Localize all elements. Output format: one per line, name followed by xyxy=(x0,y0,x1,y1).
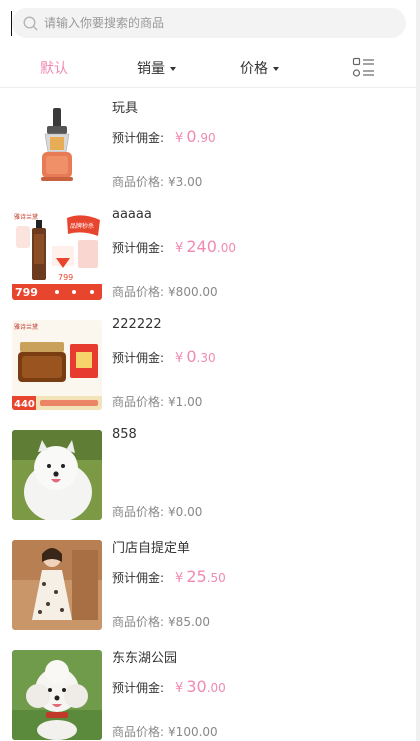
price-label: 商品价格: xyxy=(112,725,165,739)
product-item[interactable]: 858 商品价格: ¥0.00 xyxy=(0,419,416,529)
commission-label: 预计佣金: xyxy=(112,131,165,145)
list-layout-icon[interactable] xyxy=(352,57,376,79)
currency-symbol: ¥ xyxy=(175,241,184,256)
commission-value: 240 xyxy=(186,237,217,256)
product-image xyxy=(12,430,102,520)
price-row: 商品价格: ¥0.00 xyxy=(112,503,202,520)
currency-symbol: ¥ xyxy=(175,351,184,366)
caret-down-icon xyxy=(170,66,176,71)
commission-decimal: .50 xyxy=(206,571,226,585)
product-list: 玩具 预计佣金: ¥ 0 .90 商品价格: ¥3.00 雅诗兰黛 品牌秒杀 7… xyxy=(0,89,416,741)
product-list-page: 默认 销量 价格 xyxy=(0,0,420,741)
price-row: 商品价格: ¥3.00 xyxy=(112,173,202,190)
price-value: ¥3.00 xyxy=(168,175,203,189)
ad-badge-text: 品牌秒杀 xyxy=(70,222,94,230)
search-input[interactable] xyxy=(44,16,364,30)
price-value: ¥100.00 xyxy=(168,725,218,739)
scroll-edge xyxy=(416,0,420,741)
commission-label: 预计佣金: xyxy=(112,681,165,695)
commission-decimal: .30 xyxy=(196,351,216,365)
product-image xyxy=(12,100,102,190)
text-cursor xyxy=(11,11,12,36)
commission-decimal: .90 xyxy=(196,131,216,145)
sort-tab-default[interactable]: 默认 xyxy=(40,48,68,88)
commission-row: 预计佣金: ¥ 0 .30 xyxy=(112,347,216,366)
commission-value: 0 xyxy=(186,347,197,366)
ad-brand-text: 雅诗兰黛 xyxy=(14,323,38,331)
price-label: 商品价格: xyxy=(112,285,165,299)
commission-row: 预计佣金: ¥ 0 .90 xyxy=(112,127,216,146)
caret-down-icon xyxy=(273,66,279,71)
price-value: ¥800.00 xyxy=(168,285,218,299)
sort-tab-label: 价格 xyxy=(240,61,268,77)
sort-tab-label: 销量 xyxy=(137,61,165,77)
ad-price-large: 799 xyxy=(15,286,38,299)
ad-brand-text: 雅诗兰黛 xyxy=(14,213,38,221)
price-label: 商品价格: xyxy=(112,395,165,409)
product-title: aaaaa xyxy=(112,207,152,222)
product-item[interactable]: 东东湖公园 预计佣金: ¥ 30 .00 商品价格: ¥100.00 xyxy=(0,639,416,741)
product-item[interactable]: 玩具 预计佣金: ¥ 0 .90 商品价格: ¥3.00 xyxy=(0,89,416,199)
commission-value: 0 xyxy=(186,127,197,146)
currency-symbol: ¥ xyxy=(175,571,184,586)
commission-label: 预计佣金: xyxy=(112,571,165,585)
product-title: 858 xyxy=(112,427,137,442)
price-label: 商品价格: xyxy=(112,505,165,519)
ad-price-small: 799 xyxy=(58,273,73,282)
product-image xyxy=(12,650,102,740)
price-value: ¥0.00 xyxy=(168,505,203,519)
commission-decimal: .00 xyxy=(206,681,226,695)
sort-tab-sales[interactable]: 销量 xyxy=(137,48,176,88)
product-title: 门店自提定单 xyxy=(112,541,191,556)
product-image: 雅诗兰黛 品牌秒杀 799 799 xyxy=(12,210,102,300)
sort-tab-label: 默认 xyxy=(40,61,68,77)
commission-row: 预计佣金: ¥ 240 .00 xyxy=(112,237,236,256)
price-row: 商品价格: ¥1.00 xyxy=(112,393,202,410)
currency-symbol: ¥ xyxy=(175,681,184,696)
product-item[interactable]: 雅诗兰黛 品牌秒杀 799 799 aaaaa 预计佣金: ¥ 240 .00 … xyxy=(0,199,416,309)
product-title: 222222 xyxy=(112,317,162,332)
sort-bar: 默认 销量 价格 xyxy=(0,48,416,88)
currency-symbol: ¥ xyxy=(175,131,184,146)
price-value: ¥85.00 xyxy=(168,615,211,629)
product-image: 雅诗兰黛 440 xyxy=(12,320,102,410)
product-title: 玩具 xyxy=(112,101,139,116)
commission-value: 25 xyxy=(186,567,207,586)
ad-price: 440 xyxy=(14,399,35,410)
commission-label: 预计佣金: xyxy=(112,241,165,255)
product-item[interactable]: 雅诗兰黛 440 222222 预计佣金: ¥ 0 .30 商品价格: ¥1.0… xyxy=(0,309,416,419)
commission-label: 预计佣金: xyxy=(112,351,165,365)
price-value: ¥1.00 xyxy=(168,395,203,409)
price-label: 商品价格: xyxy=(112,175,165,189)
sort-tab-price[interactable]: 价格 xyxy=(240,48,279,88)
commission-decimal: .00 xyxy=(216,241,236,255)
price-row: 商品价格: ¥100.00 xyxy=(112,723,218,740)
product-title: 东东湖公园 xyxy=(112,651,178,666)
search-icon xyxy=(22,15,38,31)
product-item[interactable]: 门店自提定单 预计佣金: ¥ 25 .50 商品价格: ¥85.00 xyxy=(0,529,416,639)
price-row: 商品价格: ¥85.00 xyxy=(112,613,210,630)
price-row: 商品价格: ¥800.00 xyxy=(112,283,218,300)
product-image xyxy=(12,540,102,630)
commission-value: 30 xyxy=(186,677,207,696)
price-label: 商品价格: xyxy=(112,615,165,629)
search-bar[interactable] xyxy=(12,8,406,38)
commission-row: 预计佣金: ¥ 25 .50 xyxy=(112,567,226,586)
commission-row: 预计佣金: ¥ 30 .00 xyxy=(112,677,226,696)
